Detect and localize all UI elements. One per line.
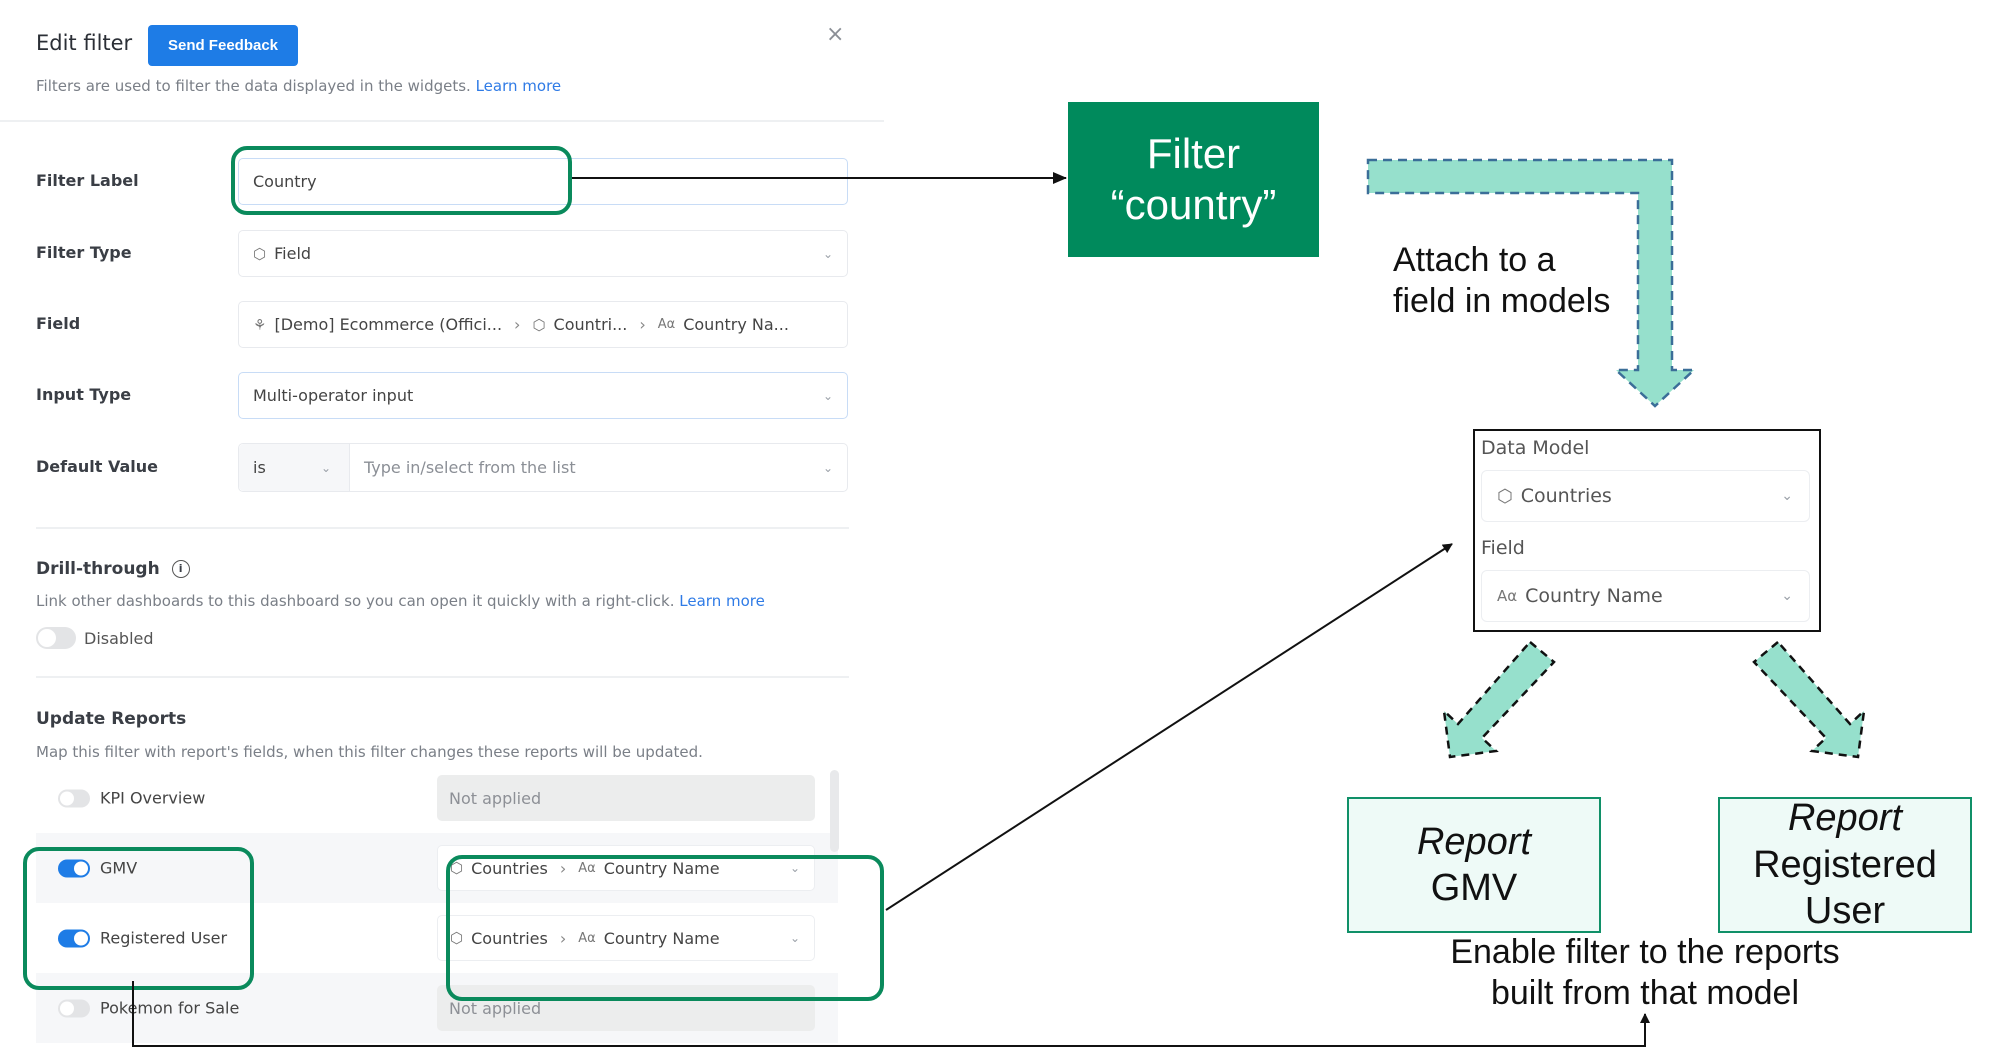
field-path-model: Countri... [553, 315, 628, 334]
attach-note-line2: field in models [1393, 282, 1611, 321]
report-gmv-box: Report GMV [1347, 797, 1601, 933]
data-model-value: Countries [1520, 485, 1612, 507]
report-gmv-line1: Report [1416, 820, 1532, 863]
text-type-icon: Aα [657, 317, 676, 332]
input-type-label: Input Type [36, 385, 132, 404]
arrow-to-report-user [1752, 640, 1866, 759]
operator-select[interactable]: is ⌄ [239, 444, 350, 491]
report-user-line2: Registered [1753, 843, 1937, 886]
dataset-icon: ⚘ [253, 315, 267, 334]
chevron-down-icon: ⌄ [822, 246, 833, 261]
close-icon[interactable]: × [826, 24, 844, 46]
subtitle-text: Filters are used to filter the data disp… [36, 77, 471, 95]
report-row: KPI Overview Not applied [36, 763, 838, 833]
field-label: Field [36, 314, 81, 333]
drill-through-toggle[interactable] [36, 627, 76, 649]
field-select[interactable]: Aα Country Name ⌄ [1481, 570, 1810, 622]
text-type-icon: Aα [1497, 587, 1518, 605]
report-gmv-line2: GMV [1430, 867, 1518, 909]
default-value-control: is ⌄ Type in/select from the list ⌄ [238, 443, 848, 492]
enable-note-line1: Enable filter to the reports [1450, 933, 1840, 971]
default-value-label: Default Value [36, 457, 159, 476]
filter-box-line1: Filter [1146, 130, 1241, 178]
highlight-filter-label [231, 146, 572, 215]
field-path-field: Country Na... [683, 315, 789, 334]
report-mapping-value: Not applied [449, 788, 542, 808]
report-toggle[interactable] [58, 999, 90, 1017]
report-registered-user-box: Report Registered User [1718, 797, 1972, 933]
report-mapping-select[interactable]: Not applied [437, 775, 815, 821]
chevron-right-icon: › [639, 315, 646, 334]
input-type-value: Multi-operator input [253, 386, 414, 405]
attach-note-line1: Attach to a [1393, 241, 1556, 279]
update-reports-title: Update Reports [36, 709, 187, 729]
filter-label-label: Filter Label [36, 171, 139, 190]
panel-subtitle: Filters are used to filter the data disp… [36, 77, 561, 95]
panel-title: Edit filter [36, 31, 133, 55]
report-name: Pokemon for Sale [100, 998, 240, 1018]
chevron-right-icon: › [514, 315, 521, 334]
report-name: KPI Overview [100, 788, 206, 808]
field-path-dataset: [Demo] Ecommerce (Offici... [274, 315, 503, 334]
report-name-cell: Pokemon for Sale [58, 999, 239, 1018]
report-mapping-value: Not applied [449, 998, 542, 1018]
filter-type-label: Filter Type [36, 243, 132, 262]
drill-through-desc-text: Link other dashboards to this dashboard … [36, 592, 675, 610]
highlight-report-mappings [446, 855, 884, 1001]
data-model-select[interactable]: ⬡ Countries ⌄ [1481, 470, 1810, 522]
filter-type-value: Field [274, 244, 312, 263]
report-name-cell: KPI Overview [58, 789, 205, 808]
default-value-placeholder: Type in/select from the list [364, 458, 576, 477]
filter-type-select[interactable]: ⬡ Field ⌄ [238, 230, 848, 277]
reports-scrollbar[interactable] [830, 770, 839, 852]
field-value: Country Name [1525, 585, 1663, 607]
section-divider [36, 527, 849, 529]
default-value-input[interactable]: Type in/select from the list ⌄ [350, 444, 847, 491]
report-user-line1: Report [1787, 797, 1903, 840]
model-field-box: Data Model ⬡ Countries ⌄ Field Aα Countr… [1473, 429, 1821, 632]
chevron-down-icon: ⌄ [320, 460, 331, 475]
enable-note-line2: built from that model [1490, 974, 1800, 1013]
drill-through-description: Link other dashboards to this dashboard … [36, 592, 765, 610]
enable-note: Enable filter to the reports built from … [1400, 932, 1890, 1015]
input-type-select[interactable]: Multi-operator input ⌄ [238, 372, 848, 419]
drill-through-toggle-row: Disabled [36, 627, 154, 649]
update-reports-description: Map this filter with report's fields, wh… [36, 743, 703, 761]
cube-icon: ⬡ [253, 244, 267, 263]
info-icon[interactable]: i [171, 560, 190, 578]
attach-note: Attach to a field in models [1393, 240, 1610, 323]
drill-through-learn-more-link[interactable]: Learn more [679, 592, 765, 610]
section-divider [36, 676, 849, 678]
chevron-down-icon: ⌄ [822, 460, 833, 475]
highlight-enabled-reports [23, 847, 254, 990]
report-toggle[interactable] [58, 789, 90, 807]
cube-icon: ⬡ [532, 315, 546, 334]
filter-concept-box: Filter “country” [1068, 102, 1319, 257]
data-model-label: Data Model [1481, 437, 1590, 459]
chevron-down-icon: ⌄ [822, 388, 833, 403]
chevron-down-icon: ⌄ [1781, 488, 1793, 504]
field-label: Field [1481, 537, 1525, 559]
drill-through-title-text: Drill-through [36, 559, 160, 579]
drill-through-title: Drill-through i [36, 559, 190, 579]
report-user-line3: User [1804, 890, 1886, 933]
send-feedback-button[interactable]: Send Feedback [148, 25, 298, 66]
arrow-to-report-gmv [1442, 640, 1556, 759]
header-divider [0, 120, 884, 122]
field-path-select[interactable]: ⚘ [Demo] Ecommerce (Offici... › ⬡ Countr… [238, 301, 848, 348]
filter-box-line2: “country” [1110, 180, 1277, 228]
drill-through-status: Disabled [84, 628, 154, 648]
cube-icon: ⬡ [1497, 485, 1513, 507]
learn-more-link[interactable]: Learn more [476, 77, 562, 95]
operator-value: is [253, 458, 266, 477]
chevron-down-icon: ⌄ [1781, 588, 1793, 604]
